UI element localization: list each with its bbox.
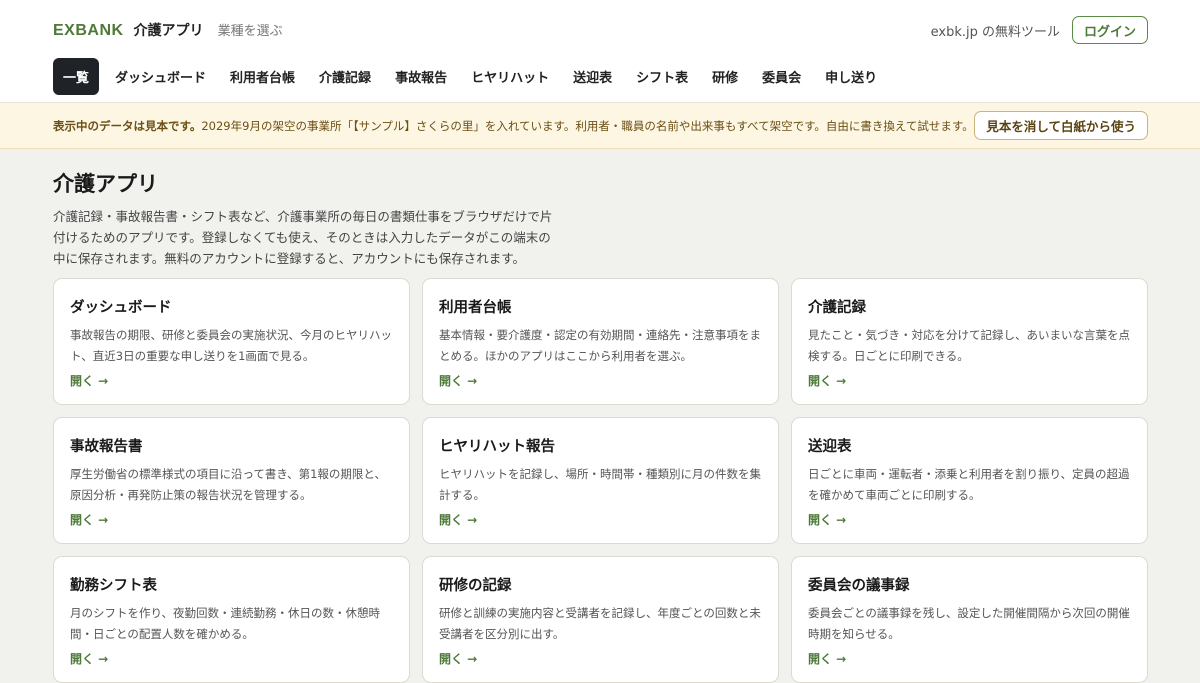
nav-item-handover[interactable]: 申し送り xyxy=(813,58,889,95)
card-open-link[interactable]: 開く → xyxy=(439,650,477,667)
login-button[interactable]: ログイン xyxy=(1071,16,1148,44)
nav-item-users[interactable]: 利用者台帳 xyxy=(218,58,307,95)
card-title: 勤務シフト表 xyxy=(70,578,157,594)
nav-item-dashboard[interactable]: ダッシュボード xyxy=(103,58,218,95)
nav-item-committee[interactable]: 委員会 xyxy=(750,58,813,95)
card-training[interactable]: 研修の記録 研修と訓練の実施内容と受講者を記録し、年度ごとの回数と未受講者を区分… xyxy=(422,556,779,683)
card-transport[interactable]: 送迎表 日ごとに車両・運転者・添乗と利用者を割り振り、定員の超過を確かめて車両ご… xyxy=(791,417,1148,544)
nav-item-transport[interactable]: 送迎表 xyxy=(561,58,624,95)
card-title: 送迎表 xyxy=(808,439,852,455)
nav-item-accident-reports[interactable]: 事故報告 xyxy=(383,58,459,95)
header-actions: exbk.jp の無料ツール ログイン xyxy=(931,16,1148,44)
card-description: 月のシフトを作り、夜勤回数・連続勤務・休日の数・休憩時間・日ごとの配置人数を確か… xyxy=(70,606,381,641)
card-committee[interactable]: 委員会の議事録 委員会ごとの議事録を残し、設定した開催間隔から次回の開催時期を知… xyxy=(791,556,1148,683)
card-users[interactable]: 利用者台帳 基本情報・要介護度・認定の有効期間・連絡先・注意事項をまとめる。ほか… xyxy=(422,278,779,405)
choose-business-link[interactable]: 業種を選ぶ xyxy=(218,20,283,39)
card-open-link[interactable]: 開く → xyxy=(439,511,477,528)
app-card-grid: ダッシュボード 事故報告の期限、研修と委員会の実施状況、今月のヒヤリハット、直近… xyxy=(53,278,1148,683)
card-description: 研修と訓練の実施内容と受講者を記録し、年度ごとの回数と未受講者を区分別に出す。 xyxy=(439,606,761,641)
card-description: 基本情報・要介護度・認定の有効期間・連絡先・注意事項をまとめる。ほかのアプリはこ… xyxy=(439,328,761,363)
card-shift[interactable]: 勤務シフト表 月のシフトを作り、夜勤回数・連続勤務・休日の数・休憩時間・日ごとの… xyxy=(53,556,410,683)
app-name[interactable]: 介護アプリ xyxy=(134,20,204,40)
card-title: ダッシュボード xyxy=(70,300,172,316)
free-tools-link[interactable]: exbk.jp の無料ツール xyxy=(931,21,1060,40)
notice-text: 表示中のデータは見本です。2029年9月の架空の事業所「【サンプル】さくらの里」… xyxy=(53,118,974,134)
card-description: 見たこと・気づき・対応を分けて記録し、あいまいな言葉を点検する。日ごとに印刷でき… xyxy=(808,328,1130,363)
card-accident-reports[interactable]: 事故報告書 厚生労働省の標準様式の項目に沿って書き、第1報の期限と、原因分析・再… xyxy=(53,417,410,544)
card-dashboard[interactable]: ダッシュボード 事故報告の期限、研修と委員会の実施状況、今月のヒヤリハット、直近… xyxy=(53,278,410,405)
page-title: 介護アプリ xyxy=(53,172,158,196)
card-open-link[interactable]: 開く → xyxy=(808,650,846,667)
card-open-link[interactable]: 開く → xyxy=(70,372,108,389)
card-open-link[interactable]: 開く → xyxy=(439,372,477,389)
nav-item-near-miss[interactable]: ヒヤリハット xyxy=(459,58,561,95)
brand-row: EXBANK 介護アプリ 業種を選ぶ xyxy=(53,20,283,40)
card-open-link[interactable]: 開く → xyxy=(70,511,108,528)
main-content: 介護アプリ 介護記録・事故報告書・シフト表など、介護事業所の毎日の書類仕事をブラ… xyxy=(53,168,1148,683)
card-description: 事故報告の期限、研修と委員会の実施状況、今月のヒヤリハット、直近3日の重要な申し… xyxy=(70,328,392,363)
clear-sample-button[interactable]: 見本を消して白紙から使う xyxy=(974,111,1148,140)
card-title: 介護記録 xyxy=(808,300,866,316)
nav-item-list[interactable]: 一覧 xyxy=(53,58,100,95)
card-care-records[interactable]: 介護記録 見たこと・気づき・対応を分けて記録し、あいまいな言葉を点検する。日ごと… xyxy=(791,278,1148,405)
card-description: 委員会ごとの議事録を残し、設定した開催間隔から次回の開催時期を知らせる。 xyxy=(808,606,1130,641)
card-title: 利用者台帳 xyxy=(439,300,512,316)
top-bar: EXBANK 介護アプリ 業種を選ぶ exbk.jp の無料ツール ログイン 一… xyxy=(0,0,1200,103)
card-title: 委員会の議事録 xyxy=(808,578,910,594)
card-description: ヒヤリハットを記録し、場所・時間帯・種類別に月の件数を集計する。 xyxy=(439,467,761,502)
nav-item-shift[interactable]: シフト表 xyxy=(624,58,700,95)
card-open-link[interactable]: 開く → xyxy=(70,650,108,667)
card-title: ヒヤリハット報告 xyxy=(439,439,555,455)
notice-body: 2029年9月の架空の事業所「【サンプル】さくらの里」を入れています。利用者・職… xyxy=(201,119,974,133)
card-title: 研修の記録 xyxy=(439,578,512,594)
card-description: 日ごとに車両・運転者・添乗と利用者を割り振り、定員の超過を確かめて車両ごとに印刷… xyxy=(808,467,1130,502)
card-open-link[interactable]: 開く → xyxy=(808,372,846,389)
page-description: 介護記録・事故報告書・シフト表など、介護事業所の毎日の書類仕事をブラウザだけで片… xyxy=(53,209,553,266)
nav-item-training[interactable]: 研修 xyxy=(700,58,750,95)
sample-data-notice: 表示中のデータは見本です。2029年9月の架空の事業所「【サンプル】さくらの里」… xyxy=(0,103,1200,149)
card-near-miss[interactable]: ヒヤリハット報告 ヒヤリハットを記録し、場所・時間帯・種類別に月の件数を集計する… xyxy=(422,417,779,544)
nav-item-care-records[interactable]: 介護記録 xyxy=(307,58,383,95)
exbank-logo[interactable]: EXBANK xyxy=(53,22,124,40)
card-description: 厚生労働省の標準様式の項目に沿って書き、第1報の期限と、原因分析・再発防止策の報… xyxy=(70,467,386,502)
card-open-link[interactable]: 開く → xyxy=(808,511,846,528)
card-title: 事故報告書 xyxy=(70,439,143,455)
notice-bold: 表示中のデータは見本です。 xyxy=(53,119,202,133)
main-nav: 一覧 ダッシュボード 利用者台帳 介護記録 事故報告 ヒヤリハット 送迎表 シフ… xyxy=(53,58,889,95)
